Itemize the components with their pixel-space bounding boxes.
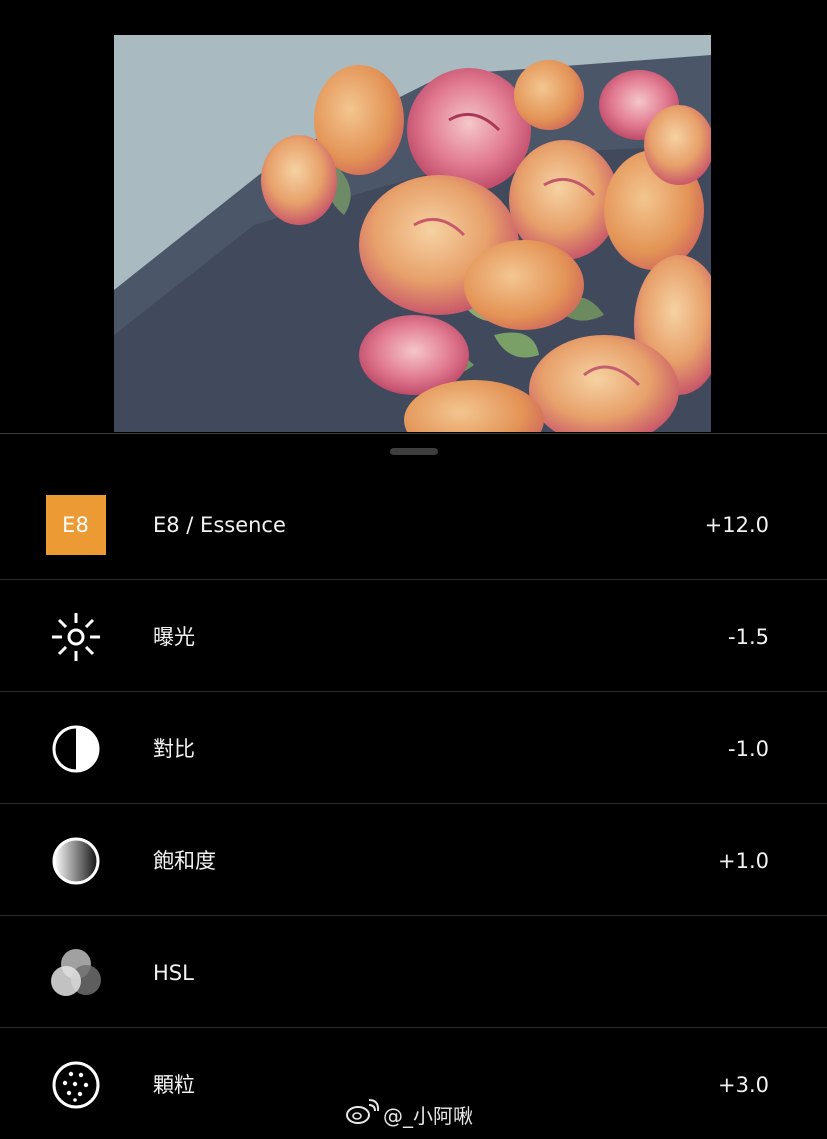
tool-value-exposure: -1.5 xyxy=(728,625,769,649)
tool-row-saturation[interactable]: 飽和度 +1.0 xyxy=(0,804,827,916)
contrast-icon xyxy=(45,718,106,779)
tool-value-grain: +3.0 xyxy=(718,1073,769,1097)
tool-list: E8 E8 / Essence +12.0 曝光 -1.5 對比 -1.0 飽和… xyxy=(0,468,827,1139)
saturation-icon xyxy=(45,830,106,891)
tool-label-preset: E8 / Essence xyxy=(153,513,286,537)
tool-row-preset[interactable]: E8 E8 / Essence +12.0 xyxy=(0,468,827,580)
tool-row-contrast[interactable]: 對比 -1.0 xyxy=(0,692,827,804)
tool-value-contrast: -1.0 xyxy=(728,737,769,761)
tool-value-preset: +12.0 xyxy=(704,513,769,537)
tool-label-hsl: HSL xyxy=(153,961,194,985)
hsl-circles-icon xyxy=(45,942,106,1003)
drag-handle[interactable] xyxy=(390,448,438,455)
grain-icon xyxy=(45,1054,106,1115)
tool-value-saturation: +1.0 xyxy=(718,849,769,873)
tool-label-contrast: 對比 xyxy=(153,737,195,761)
tool-label-saturation: 飽和度 xyxy=(153,849,216,873)
tool-row-hsl[interactable]: HSL xyxy=(0,916,827,1028)
tool-row-exposure[interactable]: 曝光 -1.5 xyxy=(0,580,827,692)
watermark-text: @_小阿啾 xyxy=(383,1104,473,1128)
preset-e8-badge: E8 xyxy=(45,494,106,555)
sheet-divider xyxy=(0,433,827,434)
preset-badge-label: E8 xyxy=(45,494,106,555)
tool-label-exposure: 曝光 xyxy=(153,625,195,649)
watermark: @_小阿啾 xyxy=(345,1099,473,1130)
tool-label-grain: 顆粒 xyxy=(153,1073,195,1097)
weibo-icon xyxy=(345,1099,380,1130)
exposure-sun-icon xyxy=(45,606,106,667)
photo-preview xyxy=(114,35,711,432)
